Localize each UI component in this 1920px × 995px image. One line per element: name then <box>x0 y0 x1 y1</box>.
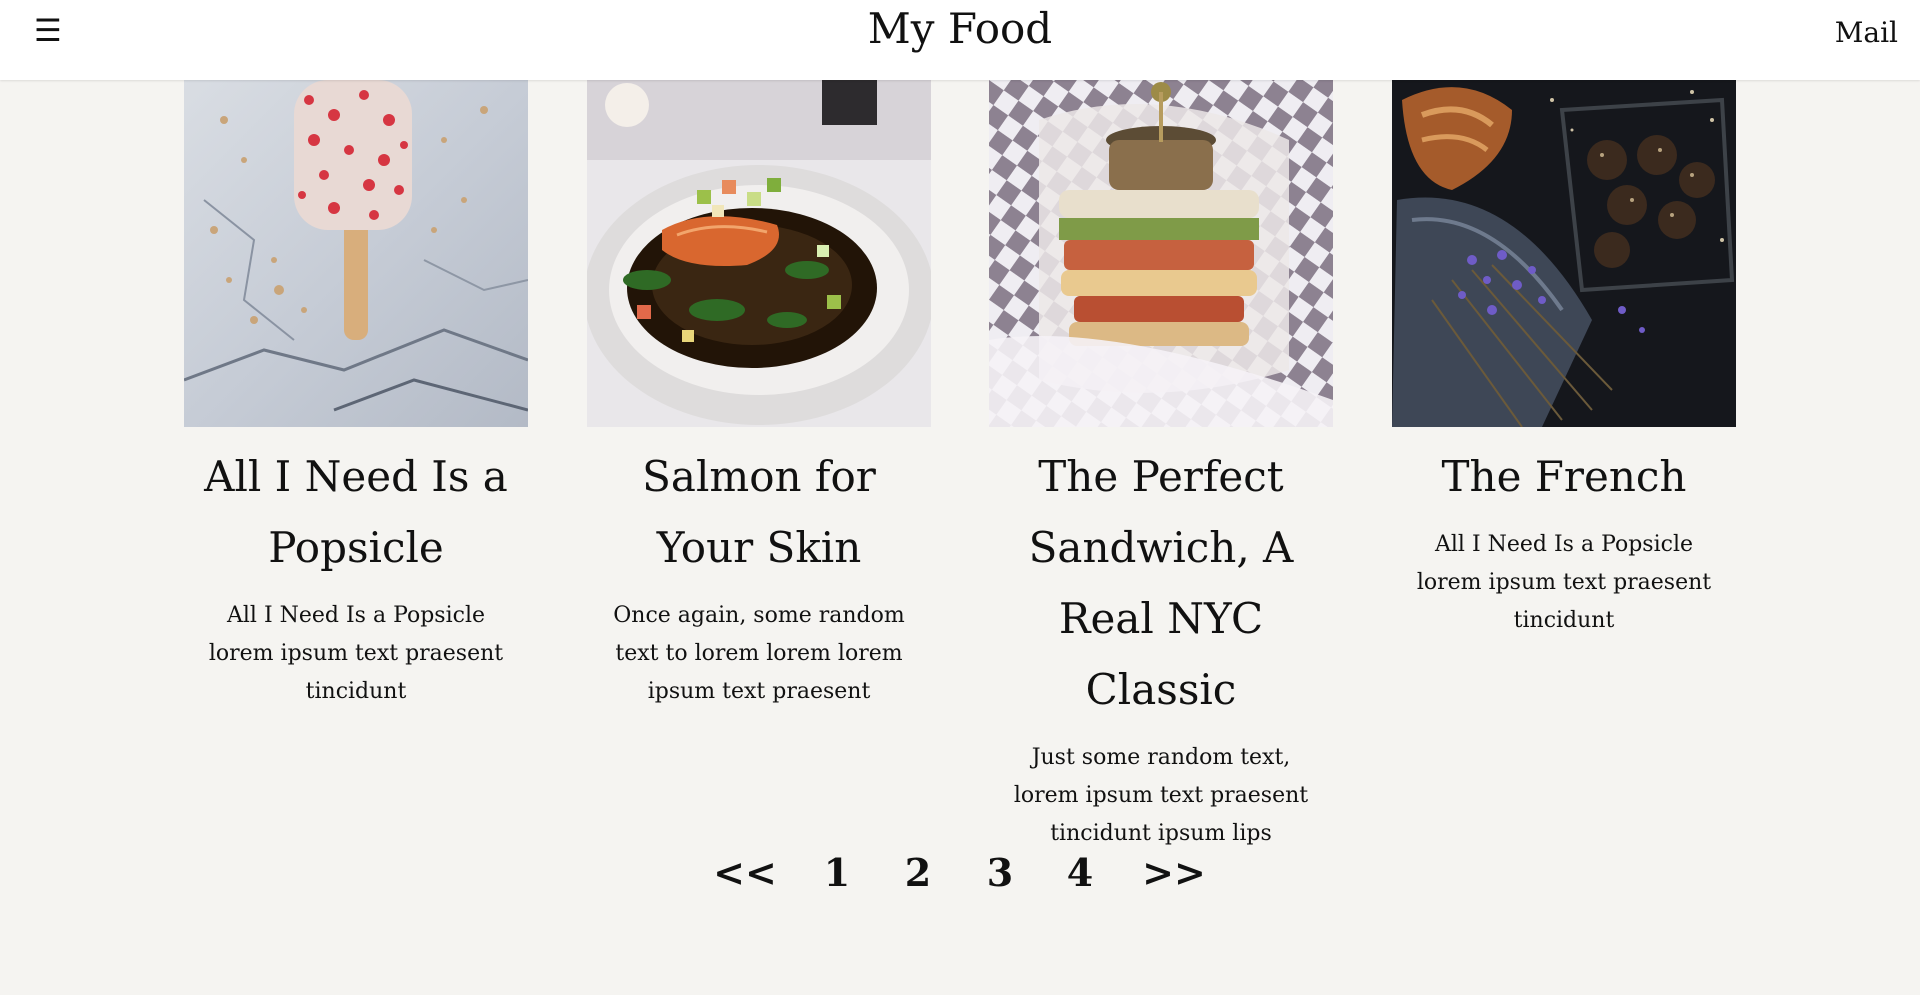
card-excerpt: All I Need Is a Popsicle lorem ipsum tex… <box>1416 532 1712 633</box>
card-title[interactable]: The French <box>1398 441 1730 512</box>
site-title: My Food <box>867 4 1053 53</box>
page-link[interactable]: 3 <box>987 848 1013 898</box>
card-excerpt: Just some random text, lorem ipsum text … <box>1013 745 1309 846</box>
pagination-next[interactable]: >> <box>1142 848 1206 898</box>
article-card[interactable]: The Perfect Sandwich, A Real NYC Classic… <box>989 80 1333 853</box>
card-title[interactable]: Salmon for Your Skin <box>593 441 925 583</box>
sandwich-photo[interactable] <box>989 80 1333 427</box>
popsicle-photo[interactable] <box>184 80 528 427</box>
article-card[interactable]: The French All I Need Is a Popsicle lore… <box>1392 80 1736 640</box>
article-card[interactable]: Salmon for Your Skin Once again, some ra… <box>587 80 931 711</box>
top-bar: ☰ My Food Mail <box>0 0 1920 80</box>
article-card[interactable]: All I Need Is a Popsicle All I Need Is a… <box>184 80 528 711</box>
card-title[interactable]: The Perfect Sandwich, A Real NYC Classic <box>995 441 1327 725</box>
pagination: << 1 2 3 4 >> <box>0 848 1920 898</box>
card-excerpt: All I Need Is a Popsicle lorem ipsum tex… <box>208 603 504 704</box>
card-excerpt: Once again, some random text to lorem lo… <box>613 603 905 704</box>
mail-link[interactable]: Mail <box>1835 16 1898 50</box>
card-title[interactable]: All I Need Is a Popsicle <box>190 441 522 583</box>
page-link[interactable]: 4 <box>1067 848 1093 898</box>
croissant-photo[interactable] <box>1392 80 1736 427</box>
salmon-photo[interactable] <box>587 80 931 427</box>
page-link[interactable]: 1 <box>824 848 850 898</box>
pagination-prev[interactable]: << <box>713 848 777 898</box>
page-link[interactable]: 2 <box>905 848 931 898</box>
